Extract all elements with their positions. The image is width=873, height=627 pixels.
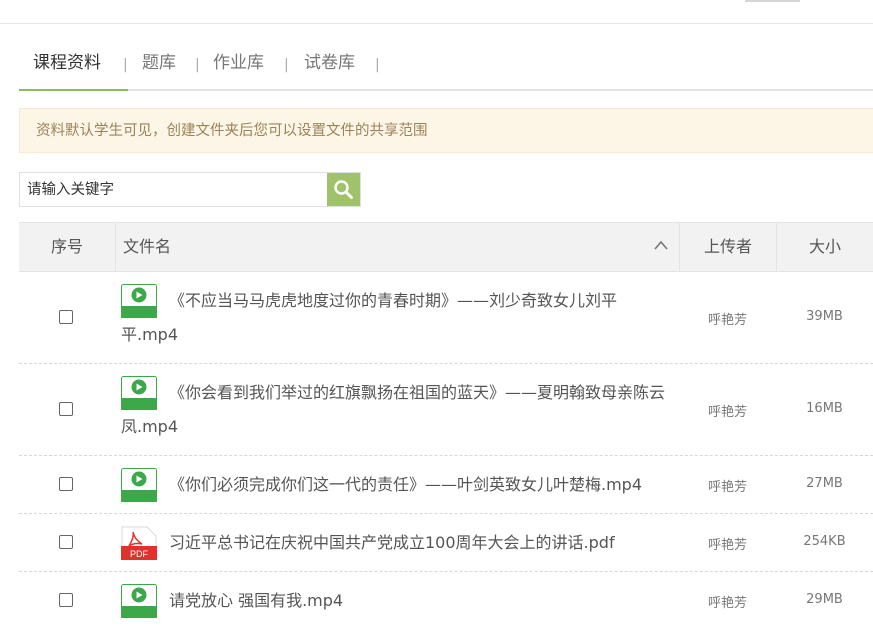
notice-banner: 资料默认学生可见，创建文件夹后您可以设置文件的共享范围 bbox=[19, 108, 873, 153]
file-size: 39MB bbox=[806, 309, 843, 324]
top-bar-tab-stub bbox=[745, 0, 800, 2]
file-table: 序号 文件名 上传者 大小 《不应当马马虎虎地度过你的青春时期》——刘少奇致女儿… bbox=[19, 222, 873, 627]
uploader-name: 呼艳芳 bbox=[707, 313, 747, 328]
header-filename[interactable]: 文件名 bbox=[115, 223, 679, 271]
tab-separator: | bbox=[123, 57, 128, 73]
header-size: 大小 bbox=[776, 223, 873, 271]
row-checkbox[interactable] bbox=[59, 310, 73, 324]
table-header: 序号 文件名 上传者 大小 bbox=[19, 222, 873, 272]
tab-course-materials[interactable]: 课程资料 bbox=[33, 40, 101, 91]
file-name-link[interactable]: 请党放心 强国有我.mp4 bbox=[121, 584, 671, 618]
table-row: 《你会看到我们举过的红旗飘扬在祖国的蓝天》——夏明翰致母亲陈云凤.mp4 呼艳芳… bbox=[19, 364, 873, 456]
active-tab-indicator bbox=[19, 89, 128, 91]
uploader-name: 呼艳芳 bbox=[707, 480, 747, 495]
tab-homework-bank[interactable]: 作业库 bbox=[213, 40, 264, 91]
tab-exam-bank[interactable]: 试卷库 bbox=[304, 40, 355, 91]
tab-separator: | bbox=[284, 57, 289, 73]
tab-separator: | bbox=[195, 57, 200, 73]
file-size: 27MB bbox=[806, 476, 843, 491]
file-name-link[interactable]: 习近平总书记在庆祝中国共产党成立100周年大会上的讲话.pdf bbox=[121, 526, 671, 560]
row-checkbox[interactable] bbox=[59, 402, 73, 416]
file-name-link[interactable]: 《你会看到我们举过的红旗飘扬在祖国的蓝天》——夏明翰致母亲陈云凤.mp4 bbox=[121, 376, 671, 444]
search-input[interactable] bbox=[20, 173, 326, 206]
search-button[interactable] bbox=[327, 173, 360, 206]
file-name-link[interactable]: 《不应当马马虎虎地度过你的青春时期》——刘少奇致女儿刘平平.mp4 bbox=[121, 284, 671, 352]
notice-text: 资料默认学生可见，创建文件夹后您可以设置文件的共享范围 bbox=[36, 123, 428, 139]
search-box bbox=[19, 172, 361, 207]
tab-separator: | bbox=[375, 57, 380, 73]
file-name-link[interactable]: 《你们必须完成你们这一代的责任》——叶剑英致女儿叶楚梅.mp4 bbox=[121, 468, 671, 502]
tab-question-bank[interactable]: 题库 bbox=[142, 40, 176, 91]
header-seq: 序号 bbox=[50, 237, 83, 256]
row-checkbox[interactable] bbox=[59, 477, 73, 491]
uploader-name: 呼艳芳 bbox=[707, 538, 747, 553]
header-uploader: 上传者 bbox=[679, 223, 776, 271]
search-icon bbox=[334, 180, 353, 199]
row-checkbox[interactable] bbox=[59, 535, 73, 549]
uploader-name: 呼艳芳 bbox=[707, 596, 747, 611]
file-size: 254KB bbox=[803, 534, 846, 549]
table-row: 《你们必须完成你们这一代的责任》——叶剑英致女儿叶楚梅.mp4 呼艳芳 27MB bbox=[19, 456, 873, 514]
table-row: 《不应当马马虎虎地度过你的青春时期》——刘少奇致女儿刘平平.mp4 呼艳芳 39… bbox=[19, 272, 873, 364]
tab-bar: 课程资料 | 题库 | 作业库 | 试卷库 | bbox=[19, 40, 873, 91]
chevron-up-icon[interactable] bbox=[653, 239, 669, 251]
row-checkbox[interactable] bbox=[59, 593, 73, 607]
uploader-name: 呼艳芳 bbox=[707, 405, 747, 420]
table-row: PDF 习近平总书记在庆祝中国共产党成立100周年大会上的讲话.pdf 呼艳芳 … bbox=[19, 514, 873, 572]
file-size: 16MB bbox=[806, 401, 843, 416]
top-bar bbox=[0, 0, 873, 24]
file-size: 29MB bbox=[806, 592, 843, 607]
table-row: 请党放心 强国有我.mp4 呼艳芳 29MB bbox=[19, 572, 873, 627]
